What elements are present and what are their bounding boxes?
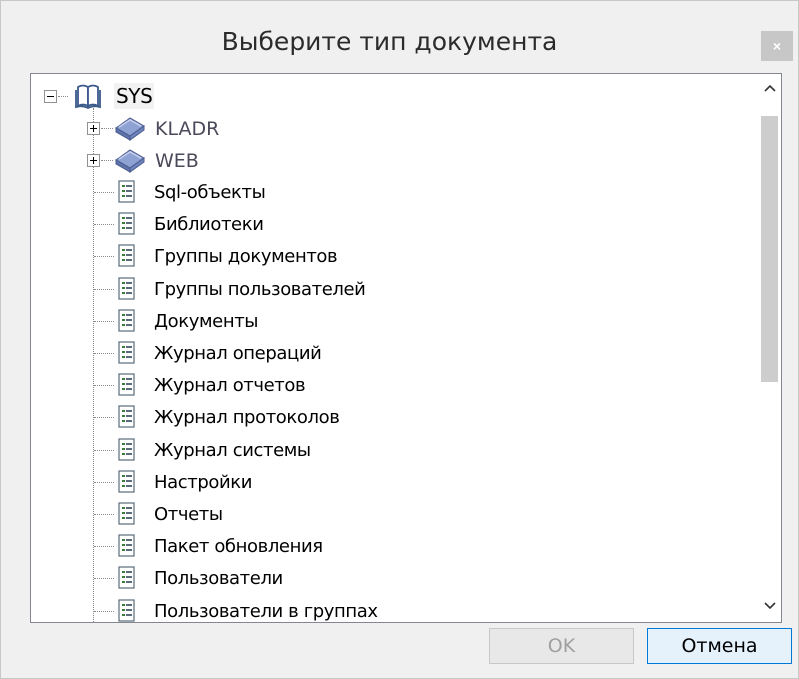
table-icon: [118, 341, 135, 364]
tree-connector: [101, 128, 113, 129]
cancel-button[interactable]: Отмена: [647, 628, 792, 664]
tree-connector: [94, 353, 114, 354]
table-icon: [118, 470, 135, 493]
vertical-scrollbar[interactable]: [758, 74, 781, 622]
tree-node-root[interactable]: SYS: [114, 81, 155, 111]
table-icon: [118, 438, 135, 461]
tree-node-table[interactable]: Журнал отчетов: [154, 370, 306, 400]
scroll-thumb[interactable]: [761, 116, 778, 382]
tree-connector: [94, 546, 114, 547]
tree-node-label: Отчеты: [154, 503, 223, 525]
tree-connector: [94, 417, 114, 418]
tree-node-kladr[interactable]: KLADR: [155, 114, 219, 144]
dialog-window: Выберите тип документа × SYS KLADR WEB S…: [0, 0, 799, 679]
tree-node-label: Пользователи в группах: [154, 600, 378, 622]
tree-connector: [93, 108, 94, 622]
close-icon: ×: [772, 38, 782, 54]
kladr-expand-toggle[interactable]: [87, 122, 100, 135]
database-icon: [115, 149, 145, 173]
tree-connector: [94, 256, 114, 257]
tree-node-label: Журнал операций: [154, 342, 322, 364]
ok-button[interactable]: OK: [489, 628, 634, 664]
tree-node-table[interactable]: Пакет обновления: [154, 531, 323, 561]
table-icon: [118, 599, 135, 622]
tree-node-label: Журнал протоколов: [154, 406, 340, 428]
table-icon: [118, 534, 135, 557]
tree-node-label: Документы: [154, 310, 259, 332]
tree-connector: [94, 482, 114, 483]
tree-node-table[interactable]: Настройки: [154, 467, 252, 497]
table-icon: [118, 405, 135, 428]
tree-connector: [94, 450, 114, 451]
tree-node-table[interactable]: Отчеты: [154, 499, 223, 529]
tree-connector: [94, 289, 114, 290]
tree-connector: [94, 611, 114, 612]
table-icon: [118, 373, 135, 396]
close-button[interactable]: ×: [761, 31, 793, 61]
tree-node-table[interactable]: Sql-объекты: [154, 177, 266, 207]
tree-connector: [94, 514, 114, 515]
tree-node-label: KLADR: [155, 118, 220, 140]
tree-node-label: Пользователи: [154, 567, 283, 589]
tree-node-label: Журнал отчетов: [154, 374, 306, 396]
tree-node-label: Библиотеки: [154, 213, 264, 235]
table-icon: [118, 244, 135, 267]
tree-node-table[interactable]: Группы пользователей: [154, 274, 366, 304]
tree-node-table[interactable]: Группы документов: [154, 241, 338, 271]
tree-connector: [94, 192, 114, 193]
tree-node-table[interactable]: Пользователи: [154, 563, 283, 593]
tree-node-label: Журнал системы: [154, 439, 311, 461]
table-icon: [118, 180, 135, 203]
tree-node-label: Sql-объекты: [154, 181, 266, 203]
root-collapse-toggle[interactable]: [44, 90, 57, 103]
tree-node-label: Группы пользователей: [154, 278, 366, 300]
tree-view[interactable]: SYS KLADR WEB Sql-объекты Библиотеки Гру…: [31, 74, 761, 622]
table-icon: [118, 309, 135, 332]
scroll-down-button[interactable]: [758, 594, 781, 618]
dialog-title: Выберите тип документа: [221, 27, 558, 56]
tree-node-label: Группы документов: [154, 245, 338, 267]
table-icon: [118, 566, 135, 589]
table-icon: [118, 277, 135, 300]
table-icon: [118, 212, 135, 235]
title-bar[interactable]: Выберите тип документа ×: [1, 1, 798, 73]
book-icon: [75, 84, 101, 109]
tree-node-table[interactable]: Библиотеки: [154, 209, 264, 239]
tree-node-table[interactable]: Журнал протоколов: [154, 402, 340, 432]
tree-connector: [94, 385, 114, 386]
tree-node-label: Пакет обновления: [154, 535, 323, 557]
chevron-up-icon: [763, 84, 776, 92]
tree-node-table[interactable]: Документы: [154, 306, 259, 336]
tree-node-table[interactable]: Журнал операций: [154, 338, 322, 368]
tree-connector: [94, 578, 114, 579]
table-icon: [118, 502, 135, 525]
web-expand-toggle[interactable]: [87, 154, 100, 167]
tree-connector: [101, 160, 113, 161]
tree-connector: [94, 224, 114, 225]
tree-node-label: WEB: [155, 150, 199, 172]
tree-node-label: Настройки: [154, 471, 253, 493]
tree-connector: [58, 96, 68, 97]
document-type-tree-panel: SYS KLADR WEB Sql-объекты Библиотеки Гру…: [30, 73, 782, 623]
database-icon: [115, 117, 145, 141]
tree-node-table[interactable]: Пользователи в группах: [154, 596, 378, 622]
tree-node-label: SYS: [114, 83, 155, 109]
tree-node-web[interactable]: WEB: [155, 146, 199, 176]
tree-node-table[interactable]: Журнал системы: [154, 435, 311, 465]
chevron-down-icon: [763, 602, 776, 610]
tree-connector: [94, 321, 114, 322]
scroll-up-button[interactable]: [758, 76, 781, 100]
